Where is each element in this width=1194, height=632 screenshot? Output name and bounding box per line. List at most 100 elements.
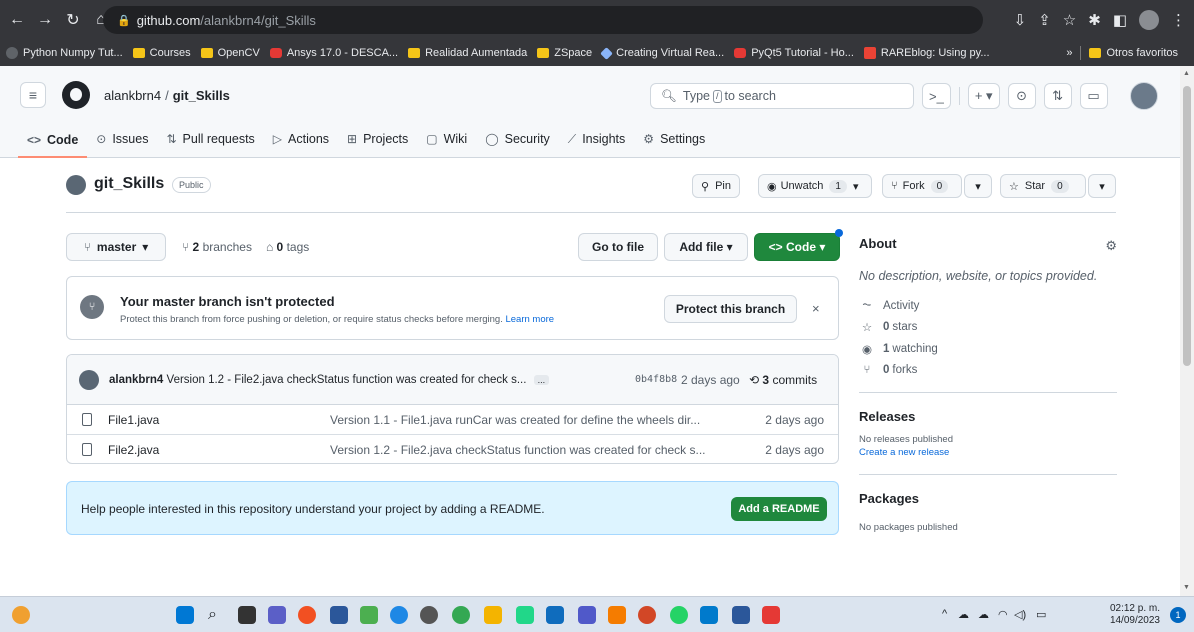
menu-icon[interactable]: ⋮ [1171,11,1186,29]
hamburger-menu-icon[interactable]: ≡ [20,82,46,108]
bookmark-item[interactable]: ZSpace [537,47,592,59]
clock[interactable]: 02:12 p. m. 14/09/2023 [1110,603,1160,627]
watching-link[interactable]: ◉ 1 watching [859,342,1117,356]
volume-icon[interactable]: ◁) [1014,608,1026,621]
outlook-icon[interactable] [546,606,564,624]
vscode-icon[interactable] [700,606,718,624]
commit-message[interactable]: Version 1.2 - File2.java checkStatus fun… [167,374,527,386]
create-new-button[interactable]: + ▾ [967,83,1000,109]
extensions-icon[interactable]: ✱ [1088,11,1101,29]
bookmark-item[interactable]: OpenCV [200,47,260,59]
activity-link[interactable]: ⏦ Activity [859,299,1117,312]
store-icon[interactable] [330,606,348,624]
teams-icon[interactable] [578,606,596,624]
code-button[interactable]: <> Code ▾ [754,233,840,261]
page-scrollbar[interactable]: ▲ ▼ [1180,66,1194,596]
expand-commit-button[interactable]: ... [533,375,550,385]
bookmark-item[interactable]: Courses [132,47,191,59]
edge-icon[interactable] [390,606,408,624]
widget-icon[interactable] [12,606,30,624]
fork-button[interactable]: ⑂ Fork 0 [882,174,962,198]
cloud-icon[interactable]: ☁ [958,608,969,621]
task-view-icon[interactable] [238,606,256,624]
star-bookmark-icon[interactable]: ☆ [1063,11,1076,29]
owner-link[interactable]: alankbrn4 [104,88,161,103]
user-avatar[interactable] [1130,82,1158,110]
powerpoint-icon[interactable] [638,606,656,624]
commit-author[interactable]: alankbrn4 [109,374,163,386]
tab-security[interactable]: ◯ Security [476,123,559,155]
issues-button[interactable]: ⊙ [1007,83,1036,109]
forks-link[interactable]: ⑂ 0 forks [859,364,1117,376]
repo-link[interactable]: git_Skills [173,88,230,103]
add-file-button[interactable]: Add file ▾ [664,233,748,261]
stars-link[interactable]: ☆ 0 stars [859,320,1117,334]
bookmark-item[interactable]: PyQt5 Tutorial - Ho... [734,47,854,59]
bookmark-item[interactable]: Realidad Aumentada [408,47,527,59]
releases-heading[interactable]: Releases [859,409,1117,424]
github-logo-icon[interactable] [62,81,90,109]
table-row[interactable]: File2.java Version 1.2 - File2.java chec… [67,435,838,463]
tab-projects[interactable]: ⊞ Projects [338,123,417,155]
tab-issues[interactable]: ⊙ Issues [87,123,157,155]
address-bar[interactable]: 🔒 github.com /alankbrn4/git_Skills [103,6,983,34]
more-bookmarks-button[interactable]: » [1066,47,1072,59]
tab-wiki[interactable]: ▢ Wiki [417,123,476,155]
app-icon[interactable] [608,606,626,624]
tab-settings[interactable]: ⚙ Settings [634,123,714,155]
other-favorites[interactable]: Otros favoritos [1089,47,1178,59]
battery-icon[interactable]: ▭ [1036,608,1046,621]
chat-icon[interactable] [268,606,286,624]
gear-icon[interactable]: ⚙ [1105,238,1117,254]
fork-dropdown[interactable]: ▾ [964,174,992,198]
chevron-up-icon[interactable]: ^ [942,608,947,620]
learn-more-link[interactable]: Learn more [505,314,554,325]
whatsapp-icon[interactable] [670,606,688,624]
app-icon[interactable] [360,606,378,624]
wifi-icon[interactable]: ◠ [998,608,1008,621]
onedrive-icon[interactable]: ☁ [978,608,989,621]
chrome-icon[interactable] [452,606,470,624]
profile-avatar[interactable] [1139,10,1159,30]
create-release-link[interactable]: Create a new release [859,447,1117,458]
bookmark-item[interactable]: RAREblog: Using py... [863,47,990,59]
commits-link[interactable]: ⟲ 3 commits [749,373,817,387]
file-name[interactable]: File1.java [108,413,159,427]
install-icon[interactable]: ⇩ [1014,11,1027,29]
firefox-icon[interactable] [298,606,316,624]
table-row[interactable]: File1.java Version 1.1 - File1.java runC… [67,405,838,435]
unwatch-button[interactable]: ◉ Unwatch 1 ▾ [758,174,872,198]
go-to-file-button[interactable]: Go to file [578,233,658,261]
bookmark-item[interactable]: Ansys 17.0 - DESCA... [269,47,398,59]
forward-icon[interactable]: → [34,11,56,29]
tags-link[interactable]: ⌂ 0 tags [266,240,309,254]
bookmark-item[interactable]: Creating Virtual Rea... [600,46,724,60]
sidepanel-icon[interactable]: ◧ [1113,11,1127,29]
add-readme-button[interactable]: Add a README [731,497,827,521]
star-button[interactable]: ☆ Star 0 [1000,174,1086,198]
start-icon[interactable] [176,606,194,624]
file-commit-message[interactable]: Version 1.2 - File2.java checkStatus fun… [330,443,706,457]
file-explorer-icon[interactable] [484,606,502,624]
share-icon[interactable]: ⇪ [1038,11,1051,29]
pin-button[interactable]: ⚲ Pin [692,174,740,198]
protect-branch-button[interactable]: Protect this branch [664,295,797,323]
back-icon[interactable]: ← [6,11,28,29]
pycharm-icon[interactable] [516,606,534,624]
close-icon[interactable]: × [812,301,820,316]
file-commit-message[interactable]: Version 1.1 - File1.java runCar was crea… [330,413,700,427]
packages-heading[interactable]: Packages [859,491,1117,506]
branches-link[interactable]: ⑂ 2 branches [182,240,252,254]
scroll-down-icon[interactable]: ▼ [1183,584,1190,591]
search-icon[interactable]: ⌕ [208,606,226,624]
reload-icon[interactable]: ↻ [62,10,84,30]
acrobat-icon[interactable] [762,606,780,624]
command-palette-button[interactable]: >_ [922,83,951,109]
tab-insights[interactable]: ⟋ Insights [559,123,635,155]
file-name[interactable]: File2.java [108,443,159,457]
app-icon[interactable] [420,606,438,624]
tab-pull-requests[interactable]: ⇅ Pull requests [157,123,263,155]
commit-sha[interactable]: 0b4f8b8 [635,374,677,385]
tab-code[interactable]: <> Code [18,123,88,158]
word-icon[interactable] [732,606,750,624]
